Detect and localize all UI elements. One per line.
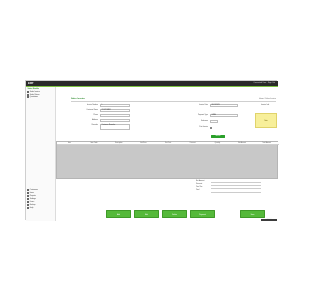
users-icon <box>27 200 29 203</box>
total-row: Total <box>196 190 276 193</box>
items-grid[interactable]: Item Item Code Description Unit Price Un… <box>56 140 279 179</box>
database-icon <box>27 203 29 206</box>
note-box: Note <box>255 112 277 128</box>
note-label: Invoice Info <box>261 104 270 106</box>
phone-field[interactable] <box>100 114 130 117</box>
grid-header: Item Item Code Description Unit Price Un… <box>57 141 279 145</box>
sidebar-title: Sales Module <box>27 87 39 90</box>
grid-col-description[interactable]: Description <box>106 142 131 144</box>
grid-col-quantity[interactable]: Quantity <box>205 142 230 144</box>
quote-icon <box>27 96 29 99</box>
sidebar-item-label: Quotations <box>29 96 38 99</box>
search-button[interactable]: Search <box>211 134 225 138</box>
total-value <box>211 190 261 193</box>
total-label: Total <box>196 190 200 192</box>
address-field[interactable] <box>100 119 130 122</box>
sidebar-item-label: Backup <box>29 203 36 206</box>
payment-button[interactable]: Payment <box>190 209 215 218</box>
grid-col-item[interactable]: Item <box>57 142 82 144</box>
invoice-date-field[interactable]: 01/01/2023 <box>210 104 238 107</box>
total-label: Total Tax <box>196 186 203 188</box>
grid-col-net-amount[interactable]: Net Amount <box>230 142 255 144</box>
user-icon <box>27 188 29 191</box>
sidebar: Sales Module Sales Invoice Sales Return … <box>26 86 56 221</box>
payment-type-label: Payment Type <box>197 114 208 116</box>
grid-col-total-amount[interactable]: Total Amount <box>254 142 279 144</box>
add-button[interactable]: Add <box>106 209 131 218</box>
grid-col-unit-price[interactable]: Unit Price <box>131 142 156 144</box>
sidebar-item-label: Items <box>29 191 34 194</box>
grid-col-item-code[interactable]: Item Code <box>82 142 107 144</box>
save-button[interactable]: Save <box>240 209 265 218</box>
user-info[interactable]: Connected User · Sign Out <box>253 82 275 84</box>
page-title: Sales Invoice <box>71 97 85 100</box>
app-logo: ERP <box>28 82 34 85</box>
action-bar: Add Edit Delete Payment Save <box>106 209 276 220</box>
grid-col-discount[interactable]: Discount <box>180 142 205 144</box>
version-badge: Ver. 1.0 <box>261 218 277 221</box>
remarks-label: Remarks <box>91 124 98 126</box>
total-value <box>211 187 261 190</box>
sidebar-item-label: Customers <box>29 188 38 191</box>
total-value <box>211 184 261 187</box>
sidebar-item-label: Help <box>29 206 34 209</box>
address-label: Address <box>92 119 98 121</box>
breadcrumb[interactable]: Home / Sales Invoice <box>259 98 276 100</box>
sidebar-item-label: Users <box>29 200 35 203</box>
delete-button[interactable]: Delete <box>162 209 187 218</box>
help-icon <box>27 206 29 209</box>
invoice-number-field[interactable]: 1 <box>100 104 130 107</box>
gear-icon <box>27 197 29 200</box>
app-window: ERP Connected User · Sign Out Sales Modu… <box>25 80 279 221</box>
phone-label: Phone <box>93 114 98 116</box>
sidebar-item-label: Settings <box>29 197 36 200</box>
main-content: Sales Invoice Home / Sales Invoice Invoi… <box>56 86 279 221</box>
sidebar-item-quotations[interactable]: Quotations <box>27 96 54 99</box>
chart-icon <box>27 194 29 197</box>
invoice-date-label: Invoice Date <box>199 104 208 106</box>
edit-button[interactable]: Edit <box>134 209 159 218</box>
payment-type-select[interactable]: CASH <box>210 114 238 117</box>
print-invoice-label: Print Invoice <box>199 126 208 128</box>
remarks-field[interactable]: Customer Remarks <box>100 124 130 131</box>
customer-label: Customer Name <box>86 109 98 111</box>
total-label: Discount <box>196 183 203 185</box>
invoice-number-label: Invoice Number <box>86 104 98 106</box>
grid-col-unit-cost[interactable]: Unit Cost <box>156 142 181 144</box>
box-icon <box>27 191 29 194</box>
sidebar-item-label: Reports <box>29 194 36 197</box>
total-label: Net Amount <box>196 180 205 182</box>
total-value <box>211 181 261 183</box>
print-invoice-checkbox[interactable] <box>210 126 212 129</box>
sidebar-item-help[interactable]: Help <box>27 206 54 210</box>
salesman-label: Salesman <box>200 120 208 122</box>
customer-select[interactable]: CUSTOMER <box>100 109 130 112</box>
salesman-field[interactable] <box>210 120 218 123</box>
